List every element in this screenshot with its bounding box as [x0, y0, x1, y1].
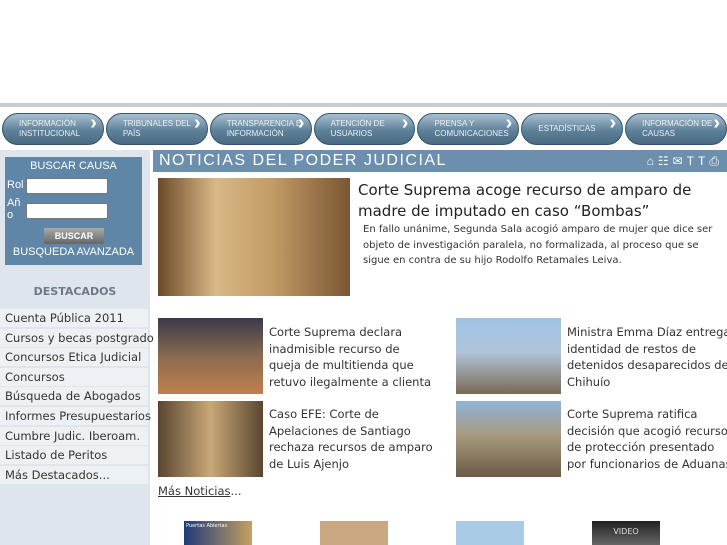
news-image[interactable] [456, 401, 561, 477]
featured-title[interactable]: Corte Suprema acoge recurso de amparo de… [358, 180, 723, 222]
chevron-right-icon: › [194, 112, 201, 134]
banner-image[interactable] [320, 521, 388, 545]
list-item[interactable]: Más Destacados... [0, 465, 148, 484]
chevron-right-icon: › [505, 112, 513, 134]
news-image[interactable] [158, 318, 263, 394]
nav-atencion[interactable]: Atención de Usuarios › [313, 112, 416, 145]
rol-label: Rol [7, 179, 24, 191]
destacados-title: DESTACADOS [33, 285, 117, 298]
list-item[interactable]: Búsqueda de Abogados [0, 387, 148, 406]
main-nav: Información Institucional › Tribunales de… [2, 113, 727, 145]
list-item[interactable]: Cumbre Judic. Iberoam. [0, 426, 148, 445]
banner-image[interactable] [456, 521, 524, 545]
puertas-abiertas-banner[interactable]: Puertas Abiertas [184, 521, 252, 545]
destacados-list: Cuenta Pública 2011 Cursos y becas postg… [0, 309, 154, 485]
chevron-right-icon: › [297, 112, 305, 134]
video-banner[interactable]: VIDEO [592, 521, 660, 545]
sitemap-icon[interactable]: ☷ [658, 154, 673, 168]
font-increase-icon[interactable]: T [687, 154, 698, 168]
list-item[interactable]: Cuenta Pública 2011 [0, 309, 148, 327]
list-item[interactable]: Concursos [0, 367, 148, 386]
news-image[interactable] [158, 401, 263, 477]
list-item[interactable]: Cursos y becas postgrado [0, 328, 154, 347]
font-decrease-icon[interactable]: T [698, 154, 709, 168]
home-icon[interactable]: ⌂ [647, 154, 658, 168]
chevron-right-icon: › [401, 112, 409, 134]
nav-prensa[interactable]: Prensa y Comunicaciones › [417, 112, 520, 145]
search-button[interactable]: BUSCAR [44, 228, 104, 244]
nav-transparencia[interactable]: Transparencia e Información › [209, 112, 312, 145]
rol-input[interactable] [26, 178, 108, 194]
nav-tribunales[interactable]: Tribunales del País › [105, 112, 208, 145]
print-icon[interactable]: ⎙ [709, 154, 723, 168]
list-item[interactable]: Informes Presupuestarios [0, 406, 151, 425]
nav-estadisticas[interactable]: Estadísticas › [521, 112, 624, 145]
chevron-right-icon: › [609, 112, 617, 134]
more-news-link[interactable]: Más Noticias [158, 484, 231, 498]
ano-label: Año [7, 197, 21, 221]
list-item[interactable]: Listado de Peritos [0, 446, 148, 465]
nav-causas[interactable]: Información de Causas › [625, 113, 727, 145]
header-divider [0, 103, 727, 107]
news-link[interactable]: Corte Suprema ratifica decisión que acog… [567, 406, 727, 472]
more-news: Más Noticias... [158, 484, 242, 498]
featured-summary: En fallo unánime, Segunda Sala acogió am… [363, 224, 713, 266]
news-link[interactable]: Corte Suprema declara inadmisible recurs… [269, 324, 434, 390]
featured-image[interactable] [158, 178, 350, 296]
page-title: NOTICIAS DEL PODER JUDICIAL [159, 152, 447, 169]
chevron-right-icon: › [713, 112, 721, 134]
search-title: BUSCAR CAUSA [30, 160, 117, 172]
chevron-right-icon: › [90, 112, 97, 134]
nav-informacion-institucional[interactable]: Información Institucional › [2, 113, 104, 145]
mail-icon[interactable]: ✉ [673, 154, 687, 168]
news-image[interactable] [456, 318, 561, 394]
list-item[interactable]: Concursos Etica Judicial [0, 348, 148, 367]
advanced-search-link[interactable]: BUSQUEDA AVANZADA [5, 246, 142, 258]
news-link[interactable]: Caso EFE: Corte de Apelaciones de Santia… [269, 406, 434, 472]
page-title-bar: NOTICIAS DEL PODER JUDICIAL ⌂☷✉TT⎙ [153, 150, 727, 172]
search-case-box: BUSCAR CAUSA Rol Año BUSCAR BUSQUEDA AVA… [5, 157, 142, 265]
ano-input[interactable] [26, 203, 108, 219]
sidebar: BUSCAR CAUSA Rol Año BUSCAR BUSQUEDA AVA… [0, 150, 154, 545]
news-link[interactable]: Ministra Emma Díaz entrega identidad de … [567, 324, 727, 390]
